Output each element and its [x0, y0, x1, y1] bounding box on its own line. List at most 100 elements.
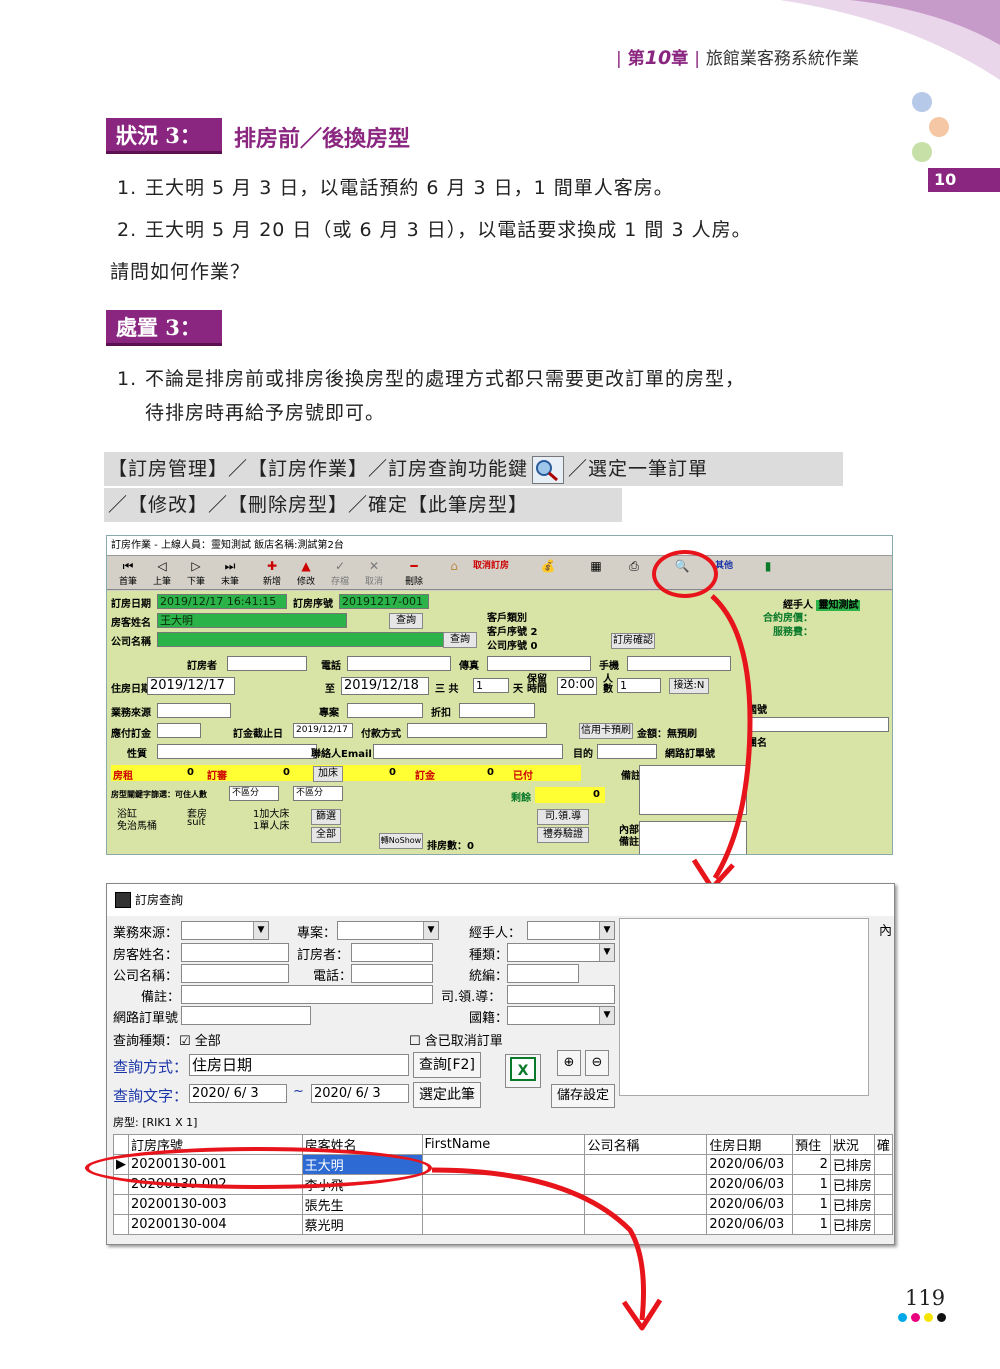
save-button[interactable]: ✓ 存檔 — [327, 558, 353, 588]
guest-name-field[interactable]: 王大明 — [157, 613, 347, 628]
checkout-field[interactable]: 2019/12/18 — [341, 677, 429, 695]
running-header: | 第10章 | 旅館業客務系統作業 — [616, 47, 859, 69]
fax-field[interactable] — [487, 656, 591, 671]
payment-select[interactable] — [407, 723, 547, 738]
booking-date-label: 訂房日期 — [111, 599, 151, 610]
room-filter-select-2[interactable]: 不區分 — [293, 786, 343, 801]
next-record-button[interactable]: ▷ 下筆 — [183, 558, 209, 588]
booking-no-field: 20191217-001 — [339, 594, 429, 609]
deposit-deadline-field[interactable]: 2019/12/17 — [293, 723, 353, 738]
cell-date: 2020/06/03 — [706, 1194, 794, 1215]
guest-name-label: 房客姓名 — [111, 618, 151, 629]
save-settings-button[interactable]: 儲存設定 — [551, 1084, 615, 1108]
delete-button[interactable]: ━ 刪除 — [401, 558, 427, 588]
zoom-in-button[interactable]: ⊕ — [557, 1050, 581, 1076]
type-select[interactable]: ▼ — [507, 943, 615, 962]
arrow-to-next-step — [431, 1167, 663, 1331]
room-filter-select-1[interactable]: 不區分 — [229, 786, 279, 801]
export-excel-button[interactable]: X — [505, 1054, 541, 1088]
include-cancelled-checkbox[interactable]: ☐ 含已取消訂單 — [409, 1030, 503, 1049]
checkin-label: 住房日期 — [111, 684, 151, 695]
decor-dot-green — [912, 142, 932, 162]
project-select[interactable] — [347, 703, 423, 718]
tour-guide-field[interactable] — [507, 985, 615, 1004]
zoom-out-button[interactable]: ⊖ — [585, 1050, 609, 1076]
guest-name-label: 房客姓名： — [113, 948, 179, 963]
agent-select[interactable]: ▼ — [527, 921, 615, 940]
deposit-due-field[interactable] — [157, 723, 201, 738]
cmyk-dot-magenta — [911, 1313, 920, 1322]
hold-time-field[interactable]: 20:00 — [557, 677, 597, 695]
prev-record-button[interactable]: ◁ 上筆 — [149, 558, 175, 588]
money-bag-icon[interactable]: 💰 — [535, 558, 561, 588]
nights-field[interactable]: 1 — [473, 678, 509, 693]
company-name-field[interactable] — [157, 632, 447, 647]
tax-id-field[interactable] — [507, 964, 579, 983]
handling-item-1-line1: 1. 不論是排房前或排房後換房型的處理方式都只需要更改訂單的房型， — [117, 368, 746, 390]
source-select[interactable] — [157, 703, 231, 718]
phone-field[interactable] — [347, 656, 451, 671]
guest-name-field[interactable] — [181, 943, 289, 962]
deposit2-value: 0 — [389, 767, 396, 778]
contact-email-field[interactable] — [373, 744, 563, 759]
home-icon[interactable]: ⌂ — [441, 558, 467, 588]
last-record-button[interactable]: ⏭ 末筆 — [217, 558, 243, 588]
add-bed-button[interactable]: 加床 — [313, 766, 343, 782]
select-record-button[interactable]: 選定此筆 — [413, 1082, 481, 1108]
row-indicator-header — [113, 1134, 129, 1155]
situation-item-1: 1. 王大明 5 月 3 日，以電話預約 6 月 3 日，1 間單人客房。 — [117, 177, 674, 199]
balance-label: 剩餘 — [511, 793, 531, 804]
cell-extra — [873, 1154, 894, 1175]
cancel-button[interactable]: ✕ 取消 — [361, 558, 387, 588]
fax-label: 傳真 — [459, 661, 479, 672]
x-icon: ✕ — [368, 559, 380, 573]
add-button[interactable]: ✚ 新增 — [259, 558, 285, 588]
web-order-field[interactable] — [181, 1006, 311, 1025]
checkin-field[interactable]: 2019/12/17 — [147, 677, 235, 695]
query-f2-button[interactable]: 查詢[F2] — [413, 1052, 481, 1078]
project-select[interactable]: ▼ — [337, 921, 439, 940]
query-function-icon — [532, 455, 565, 484]
booking-window-title: 訂房作業 - 上線人員：靈知測試 飯店名稱:測試第2台 — [107, 536, 892, 556]
company-field[interactable] — [181, 964, 289, 983]
cell-count: 1 — [792, 1174, 831, 1195]
cancel-booking-button[interactable]: 取消訂房 — [473, 558, 509, 588]
nature-field[interactable] — [157, 744, 317, 759]
phone-field[interactable] — [351, 964, 433, 983]
query-method-select[interactable]: 住房日期 — [189, 1054, 409, 1076]
booker-field[interactable] — [351, 943, 433, 962]
col-header[interactable]: 狀況 — [829, 1134, 875, 1155]
edit-button[interactable]: ▲ 修改 — [293, 558, 319, 588]
gift-check-button[interactable]: 禮券驗證 — [537, 827, 589, 843]
situation-label: 狀況 3： — [106, 118, 222, 154]
col-header[interactable]: 預住 — [792, 1134, 831, 1155]
date-to-field[interactable]: 2020/ 6/ 3 — [311, 1084, 409, 1103]
tour-guide-button[interactable]: 司.領.導 — [537, 809, 589, 825]
customer-no-label: 客戶序號 2 — [487, 627, 538, 638]
note-field[interactable] — [181, 985, 433, 1004]
all-checkbox[interactable]: ☑ 全部 — [179, 1030, 221, 1049]
noshow-button[interactable]: 轉NoShow — [379, 833, 423, 849]
guest-query-button[interactable]: 查詢 — [389, 613, 423, 629]
handling-label: 處置 3： — [106, 310, 222, 346]
booker-field[interactable] — [227, 656, 307, 671]
row-indicator — [113, 1214, 129, 1235]
source-select[interactable]: ▼ — [181, 921, 269, 940]
note-label: 備註： — [141, 990, 181, 1005]
first-record-button[interactable]: ⏮ 首筆 — [115, 558, 141, 588]
col-header[interactable]: 確 — [873, 1134, 894, 1155]
country-select[interactable]: ▼ — [507, 1006, 615, 1025]
excel-icon: X — [510, 1057, 536, 1081]
all-button[interactable]: 全部 — [311, 827, 341, 843]
company-query-button[interactable]: 查詢 — [443, 632, 477, 648]
remark-field[interactable] — [619, 918, 869, 1096]
deposit2-label: 訂金 — [415, 771, 435, 782]
col-header[interactable]: 住房日期 — [706, 1134, 794, 1155]
date-from-field[interactable]: 2020/ 6/ 3 — [189, 1084, 287, 1103]
first-icon: ⏮ — [122, 559, 134, 573]
chapter-tab: 10 — [928, 168, 1000, 192]
filter-button[interactable]: 篩選 — [311, 809, 341, 825]
company-no-label: 公司序號 0 — [487, 641, 538, 652]
deposit-deadline-label: 訂金截止日 — [233, 729, 283, 740]
discount-select[interactable] — [459, 703, 535, 718]
